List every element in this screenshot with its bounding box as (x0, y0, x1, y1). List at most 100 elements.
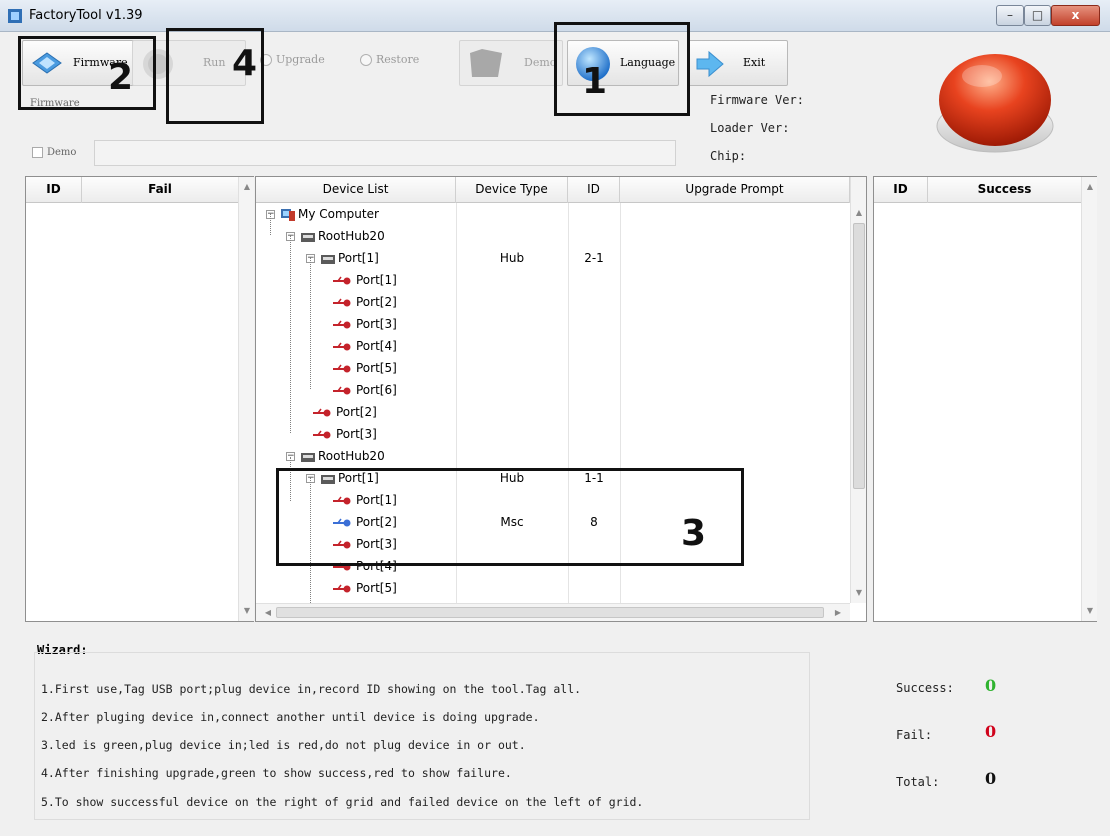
exit-button[interactable]: Exit (688, 40, 788, 86)
status-led-icon (936, 54, 1054, 153)
wizard-line: 3.led is green,plug device in;led is red… (41, 738, 526, 752)
device-label: Port[3] (336, 427, 377, 441)
fail-count-value: 0 (985, 722, 997, 741)
hub-icon (301, 233, 315, 242)
total-count-value: 0 (985, 769, 997, 788)
success-grid-col-success: Success (928, 177, 1082, 203)
annotation-box-3 (276, 468, 744, 566)
usb-port-icon (333, 298, 351, 307)
usb-port-icon (333, 584, 351, 593)
device-grid-hscrollbar[interactable]: ◀ ▶ (256, 603, 850, 621)
device-type-cell: Hub (499, 251, 525, 265)
device-tree-row[interactable]: Port[4] (256, 336, 846, 358)
demo-checkbox[interactable] (32, 147, 43, 158)
firmware-ver-label: Firmware Ver: (710, 93, 804, 107)
device-tree-row[interactable]: Port[3] (256, 424, 846, 446)
annotation-number-4: 4 (232, 43, 258, 84)
device-grid-col-device-type: Device Type (456, 177, 568, 203)
success-grid-col-id: ID (874, 177, 928, 203)
device-label: Port[2] (356, 295, 397, 309)
device-tree-row[interactable]: Port[2] (256, 402, 846, 424)
device-tree-row[interactable]: Port[3] (256, 314, 846, 336)
device-grid-col-upgrade-prompt: Upgrade Prompt (620, 177, 850, 203)
vscroll-thumb[interactable] (853, 223, 865, 489)
device-label: RootHub20 (318, 229, 385, 243)
usb-port-icon (333, 276, 351, 285)
chip-label: Chip: (710, 149, 747, 163)
annotation-number-2: 2 (108, 57, 134, 98)
success-grid-header: ID Success (874, 177, 1082, 203)
scroll-up-icon[interactable]: ▲ (1082, 179, 1098, 195)
computer-icon (281, 209, 295, 221)
scroll-up-icon[interactable]: ▲ (851, 205, 867, 221)
device-grid-col-id: ID (568, 177, 620, 203)
wizard-line: 4.After finishing upgrade,green to show … (41, 766, 512, 780)
demo-button[interactable]: Demo (459, 40, 563, 86)
scroll-down-icon[interactable]: ▼ (239, 603, 255, 619)
device-label: My Computer (298, 207, 379, 221)
loader-ver-label: Loader Ver: (710, 121, 790, 135)
success-grid-scrollbar[interactable]: ▲ ▼ (1081, 177, 1097, 621)
demo-path-field[interactable] (94, 140, 676, 166)
hub-icon (321, 255, 335, 264)
device-label: Port[3] (356, 317, 397, 331)
fail-grid[interactable]: ID Fail ▲ ▼ (25, 176, 254, 622)
hscroll-thumb[interactable] (276, 607, 824, 618)
success-grid[interactable]: ID Success ▲ ▼ (873, 176, 1097, 622)
scroll-up-icon[interactable]: ▲ (239, 179, 255, 195)
usb-port-icon (313, 430, 331, 439)
usb-port-icon (333, 320, 351, 329)
device-tree-row[interactable]: Port[5] (256, 578, 846, 600)
success-count-value: 0 (985, 676, 997, 695)
wizard-line: 5.To show successful device on the right… (41, 795, 644, 809)
annotation-box-1 (554, 22, 690, 116)
device-tree-row[interactable]: Port[2] (256, 292, 846, 314)
scroll-down-icon[interactable]: ▼ (851, 585, 867, 601)
annotation-number-3: 3 (681, 513, 707, 554)
demo-button-label: Demo (524, 56, 557, 69)
window-title: FactoryTool v1.39 (29, 8, 143, 23)
fail-grid-header: ID Fail (26, 177, 239, 203)
annotation-box-2 (18, 36, 156, 110)
demo-checkbox-label: Demo (47, 147, 77, 158)
usb-port-icon (333, 364, 351, 373)
close-button[interactable]: x (1051, 5, 1100, 26)
annotation-number-1: 1 (582, 61, 608, 102)
device-label: RootHub20 (318, 449, 385, 463)
fail-grid-scrollbar[interactable]: ▲ ▼ (238, 177, 254, 621)
device-grid-col-device-list: Device List (256, 177, 456, 203)
device-tree-row[interactable]: − RootHub20 (256, 446, 846, 468)
device-tree-row[interactable]: − My Computer (256, 204, 846, 226)
device-label: Port[1] (356, 273, 397, 287)
device-label: Port[5] (356, 361, 397, 375)
app-icon (8, 9, 22, 23)
wizard-line: 2.After pluging device in,connect anothe… (41, 710, 540, 724)
device-label: Port[2] (336, 405, 377, 419)
fail-grid-col-id: ID (26, 177, 82, 203)
fail-grid-col-fail: Fail (82, 177, 239, 203)
device-tree-row[interactable]: Port[6] (256, 380, 846, 402)
device-tree-row[interactable]: − Port[1] Hub 2-1 (256, 248, 846, 270)
minimize-button[interactable]: – (996, 5, 1024, 26)
scroll-left-icon[interactable]: ◀ (260, 605, 276, 621)
total-count-label: Total: (896, 775, 940, 789)
device-tree-row[interactable]: − RootHub20 (256, 226, 846, 248)
scroll-right-icon[interactable]: ▶ (830, 605, 846, 621)
scroll-down-icon[interactable]: ▼ (1082, 603, 1098, 619)
device-label: Port[6] (356, 383, 397, 397)
folder-icon (470, 49, 502, 77)
usb-port-icon (313, 408, 331, 417)
hub-icon (301, 453, 315, 462)
maximize-button[interactable]: □ (1024, 5, 1051, 26)
restore-radio[interactable] (360, 54, 372, 66)
usb-port-icon (333, 342, 351, 351)
device-label: Port[1] (338, 251, 379, 265)
wizard-line: 1.First use,Tag USB port;plug device in,… (41, 682, 582, 696)
usb-port-icon (333, 386, 351, 395)
fail-count-label: Fail: (896, 728, 933, 742)
device-grid-vscrollbar[interactable]: ▲ ▼ (850, 177, 866, 603)
exit-button-label: Exit (743, 56, 766, 69)
device-tree-row[interactable]: Port[5] (256, 358, 846, 380)
device-tree-row[interactable]: Port[1] (256, 270, 846, 292)
arrow-right-icon (696, 50, 724, 78)
